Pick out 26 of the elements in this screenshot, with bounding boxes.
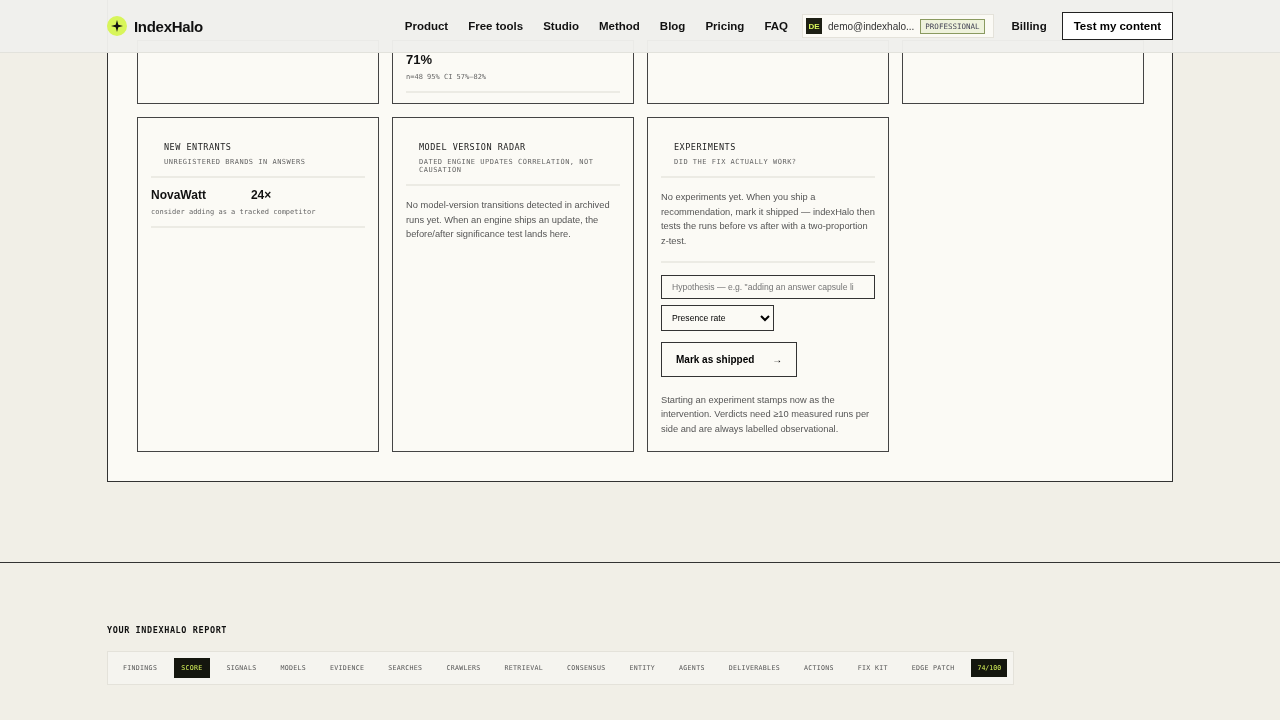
nav-link[interactable]: Studio	[543, 20, 579, 32]
card-title: NEW ENTRANTS	[164, 142, 233, 152]
empty-message: No experiments yet. When you ship a recommendation, mark it shipped — indexHalo then tests the runs before vs after with a two-proportion z-test.	[661, 191, 875, 249]
footnote: Starting an experiment stamps now as the intervention. Verdicts need ≥10 measured runs per side and are always labelled observational.	[661, 393, 871, 437]
sparkle-icon	[107, 16, 127, 36]
card-title: EXPERIMENTS	[674, 142, 737, 152]
logo[interactable]: IndexHalo	[134, 17, 203, 35]
billing-link[interactable]: Billing	[1011, 20, 1047, 32]
nav-link[interactable]: Free tools	[468, 20, 524, 32]
empty-message: No model-version transitions detected in archived runs yet. When an engine ships an update, the before/after significance test lands here.	[406, 199, 611, 242]
stat-value: 71%	[406, 52, 434, 67]
account-email: demo@indexhalo...	[828, 20, 915, 32]
test-content-button[interactable]: Test my content	[1061, 12, 1173, 40]
hypothesis-field[interactable]: Hypothesis — e.g. "adding an answer capsule li	[661, 274, 875, 299]
card-title: MODEL VERSION RADAR	[419, 142, 527, 152]
report-title: YOUR INDEXHALO REPORT	[107, 624, 229, 635]
nav-link[interactable]: FAQ	[764, 20, 788, 32]
brand-name: NovaWatt	[151, 188, 206, 202]
nav-link[interactable]: Product	[404, 20, 449, 32]
avatar: DE	[806, 18, 822, 34]
metric-dropdown[interactable]: Presence rate	[661, 304, 774, 331]
nav-link[interactable]: Blog	[659, 20, 686, 32]
nav-link[interactable]: Method	[598, 20, 640, 32]
mark-shipped-button[interactable]: Mark as shipped →	[661, 341, 798, 377]
nav-link[interactable]: Pricing	[705, 20, 745, 32]
mention-count: 24×	[250, 188, 272, 202]
